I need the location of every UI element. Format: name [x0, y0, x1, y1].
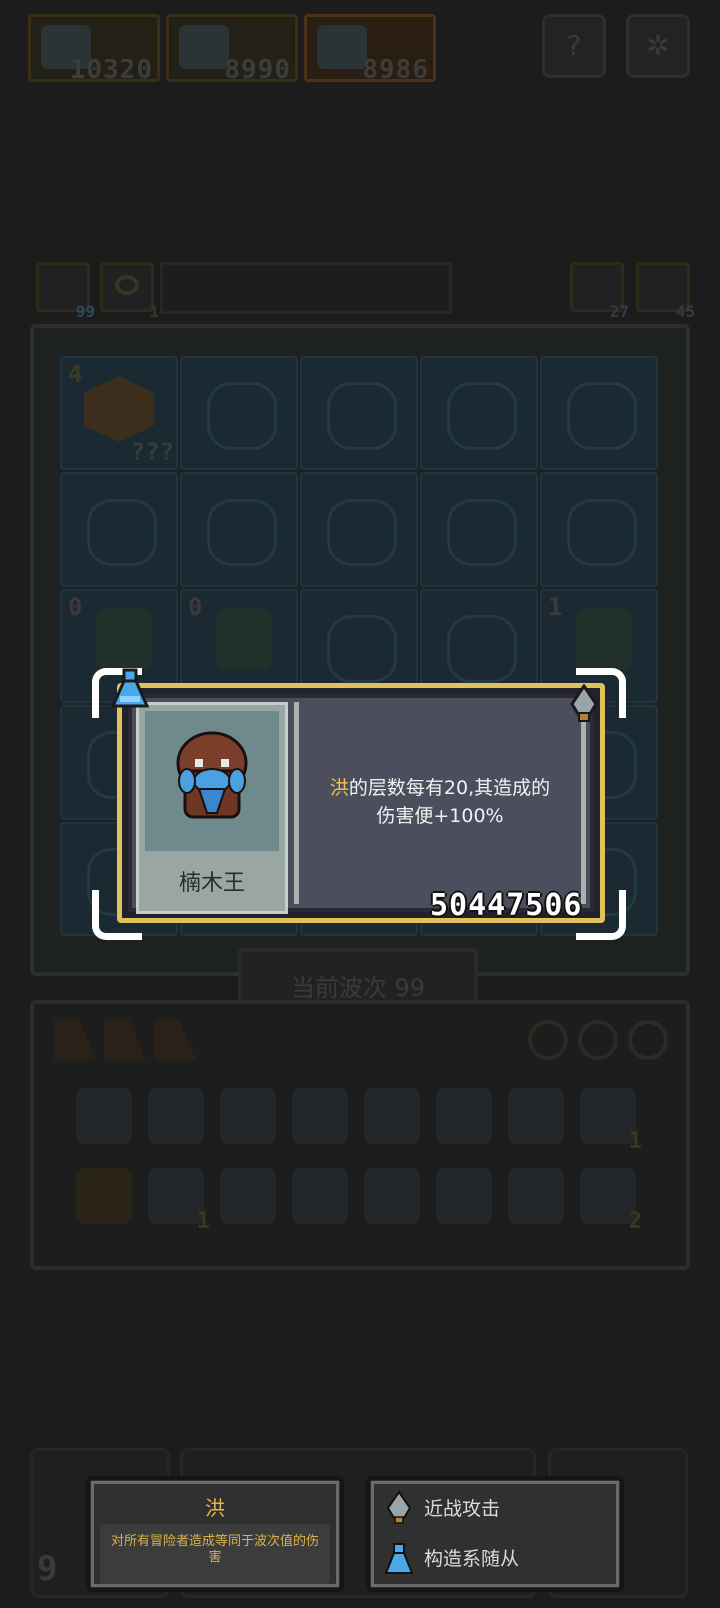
inventory-item[interactable]: [292, 1088, 348, 1144]
inventory-item[interactable]: [364, 1088, 420, 1144]
filter-circle-2[interactable]: [578, 1020, 618, 1060]
question-icon: ?: [566, 29, 582, 62]
unit-description: 洪的层数每有20,其造成的 伤害便+100%: [307, 774, 573, 830]
item-count: 1: [196, 1209, 210, 1234]
inventory-item[interactable]: 2: [580, 1168, 642, 1234]
inventory-item[interactable]: [220, 1088, 276, 1144]
inventory-item[interactable]: [508, 1088, 564, 1144]
board-cell[interactable]: [420, 356, 538, 471]
description-panel: 洪的层数每有20,其造成的 伤害便+100%: [294, 702, 586, 904]
cell-unknown: ???: [130, 438, 174, 467]
hero-power-value: 10320: [69, 55, 153, 85]
eye-icon: [115, 275, 139, 295]
key-slot[interactable]: 45: [636, 262, 695, 321]
tree-king-portrait-icon: [176, 731, 248, 819]
cell-level: 4: [68, 360, 83, 388]
board-cell[interactable]: [180, 472, 298, 587]
hero-slot-2[interactable]: 8990: [166, 14, 298, 85]
inventory-item[interactable]: [436, 1168, 492, 1224]
item-count: 1: [628, 1129, 642, 1154]
board-cell[interactable]: [420, 472, 538, 587]
eye-count: 1: [149, 302, 159, 321]
settings-button[interactable]: ✲: [626, 14, 690, 78]
inventory-item[interactable]: 1: [148, 1168, 210, 1234]
wave-label: 当前波次 99: [290, 974, 426, 1002]
unit-sprite: [576, 608, 632, 669]
board-cell[interactable]: [60, 472, 178, 587]
eye-slot[interactable]: 1: [100, 262, 159, 321]
potion-icon: [384, 1543, 414, 1574]
board-cell[interactable]: [300, 472, 418, 587]
left-slot-value: 9: [37, 1549, 58, 1589]
filter-circle-1[interactable]: [528, 1020, 568, 1060]
inventory-item[interactable]: [220, 1168, 276, 1224]
effect-card: 洪 对所有冒险者造成等同于波次值的伤害: [86, 1476, 344, 1592]
keyword-highlight: 洪: [329, 777, 349, 799]
inventory-item[interactable]: [436, 1088, 492, 1144]
hero-avatar: [317, 25, 367, 69]
board-cell[interactable]: [180, 356, 298, 471]
hero-avatar: [179, 25, 229, 69]
cell-level: 0: [68, 592, 83, 621]
inventory-item[interactable]: 1: [580, 1088, 642, 1154]
portrait-frame: [145, 711, 279, 851]
hero-power-value: 8990: [224, 55, 291, 85]
hero-slot-1[interactable]: 10320: [28, 14, 160, 85]
effect-title: 洪: [205, 1496, 225, 1520]
tag-label: 构造系随从: [424, 1548, 520, 1570]
refresh-count: 27: [609, 302, 629, 321]
mystery-box-icon: [84, 376, 154, 442]
filter-circle-3[interactable]: [628, 1020, 668, 1060]
board-cell[interactable]: 4 ???: [60, 356, 178, 471]
portrait-panel: 楠木王: [136, 702, 288, 914]
unit-info-popup: 楠木王 洪的层数每有20,其造成的 伤害便+100%: [117, 683, 605, 923]
unit-id-code: 50447506: [430, 888, 583, 923]
cell-level: 1: [548, 592, 563, 621]
hero-slot-3[interactable]: 8986: [304, 14, 436, 85]
cell-level: 0: [188, 592, 203, 621]
inventory-item[interactable]: [292, 1168, 348, 1224]
unit-sprite: [96, 608, 152, 669]
unit-name: 楠木王: [178, 871, 245, 896]
gear-icon: ✲: [646, 29, 670, 62]
item-count: 2: [628, 1209, 642, 1234]
spearhead-icon: [386, 1490, 412, 1524]
unit-sprite: [216, 608, 272, 669]
resource-bar: [160, 262, 452, 314]
unit-count: 99: [75, 302, 95, 321]
board-cell[interactable]: [540, 472, 658, 587]
inventory-item[interactable]: [148, 1088, 204, 1144]
board-cell[interactable]: [300, 356, 418, 471]
unit-count-slot[interactable]: 99: [36, 262, 95, 321]
board-cell[interactable]: [540, 356, 658, 471]
description-line1: 的层数每有20,其造成的: [348, 777, 551, 799]
hero-power-value: 8986: [362, 55, 429, 85]
refresh-slot[interactable]: 27: [570, 262, 629, 321]
description-line2: 伤害便+100%: [376, 805, 504, 827]
tag-label: 近战攻击: [424, 1498, 501, 1520]
popup-body: 楠木王 洪的层数每有20,其造成的 伤害便+100%: [128, 694, 594, 914]
spearhead-icon: [570, 684, 598, 722]
key-count: 45: [675, 302, 695, 321]
inventory-item[interactable]: [76, 1168, 132, 1224]
effect-description: 对所有冒险者造成等同于波次值的伤害: [100, 1524, 330, 1584]
inventory-item[interactable]: [364, 1168, 420, 1224]
help-button[interactable]: ?: [542, 14, 606, 78]
inventory-item[interactable]: [508, 1168, 564, 1224]
potion-icon: [110, 668, 150, 708]
inventory-item[interactable]: [76, 1088, 132, 1144]
tags-card: 近战攻击 构造系随从: [366, 1476, 624, 1592]
